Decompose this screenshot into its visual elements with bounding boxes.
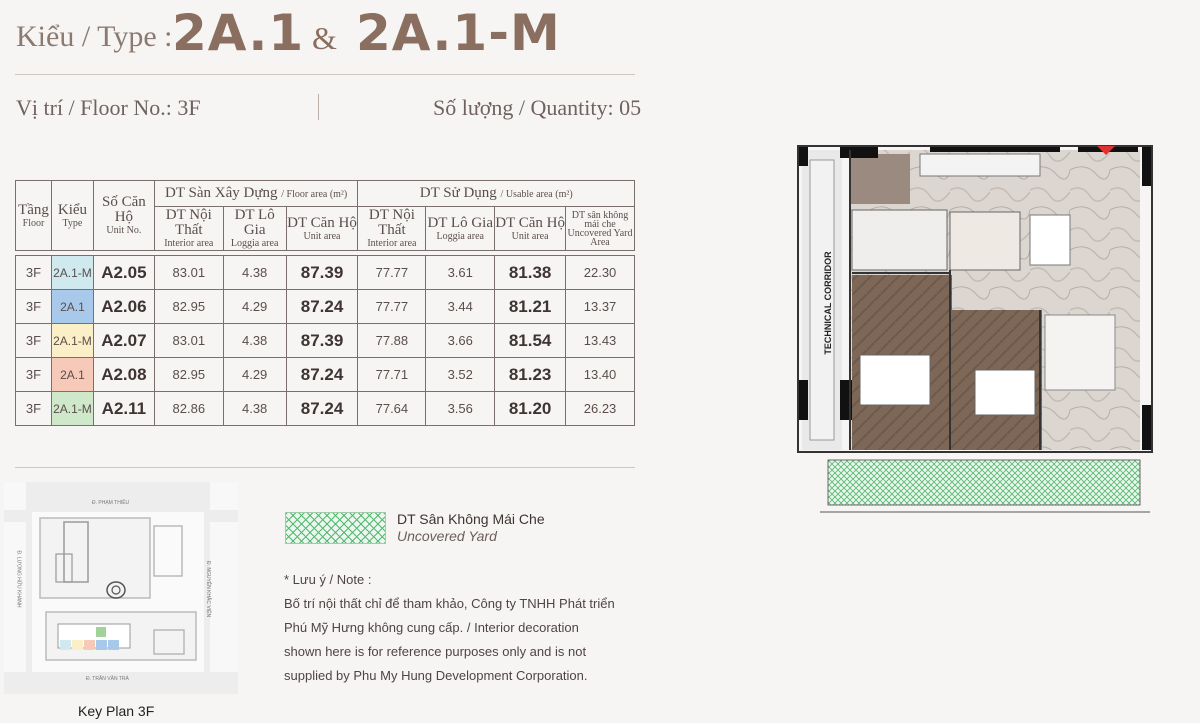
note-line-2: Phú Mỹ Hưng không cung cấp. / Interior d…: [284, 620, 579, 635]
cell-floor-unit-area: 87.24: [285, 357, 359, 392]
street-bottom: Đ. TRẦN VĂN TRÀ: [86, 676, 129, 682]
cell-floor-interior: 82.86: [153, 391, 224, 426]
header-floor: Tầng Floor: [15, 180, 52, 251]
floor-number: Vị trí / Floor No.: 3F: [16, 95, 201, 120]
cell-yard: 13.37: [565, 289, 635, 324]
cell-usable-unit-area: 81.54: [494, 323, 567, 358]
table-row: 3F 2A.1-M A2.07 83.01 4.38 87.39 77.88 3.66 81.5…: [15, 323, 635, 358]
cell-usable-unit-area: 81.21: [494, 289, 567, 324]
cell-yard: 26.23: [565, 391, 635, 426]
cell-unit-no: A2.11: [92, 391, 155, 426]
cell-floor-loggia: 4.38: [222, 391, 287, 426]
cell-floor-unit-area: 87.24: [285, 391, 359, 426]
cell-yard: 13.43: [565, 323, 635, 358]
note-line-3: shown here is for reference purposes onl…: [284, 644, 587, 659]
header-unit-area: DT Căn Hộ Unit area: [285, 206, 359, 251]
header-interior: DT Nội Thất Interior area: [153, 206, 224, 251]
cell-floor-loggia: 4.29: [222, 357, 287, 392]
cell-usable-loggia: 3.56: [425, 391, 496, 426]
type-label: Kiểu / Type :: [16, 20, 173, 53]
cell-unit-no: A2.08: [92, 357, 155, 392]
header-separator: [318, 94, 319, 120]
cell-unit-no: A2.06: [92, 289, 155, 324]
header-floor-area: DT Sàn Xây Dựng / Floor area (m²): [153, 180, 359, 207]
header-loggia: DT Lô Gia Loggia area: [222, 206, 287, 251]
cell-yard: 22.30: [565, 255, 635, 290]
cell-usable-loggia: 3.52: [425, 357, 496, 392]
cell-floor-interior: 82.95: [153, 289, 224, 324]
legend-label-en: Uncovered Yard: [397, 528, 497, 544]
note-title: * Lưu ý / Note :: [284, 572, 372, 587]
header-type: Kiểu Type: [50, 180, 94, 251]
cell-type: 2A.1: [50, 289, 94, 324]
cell-usable-interior: 77.77: [357, 255, 427, 290]
note-line-4: supplied by Phu My Hung Development Corp…: [284, 668, 588, 683]
cell-usable-unit-area: 81.23: [494, 357, 567, 392]
cell-floor-unit-area: 87.24: [285, 289, 359, 324]
table-row: 3F 2A.1 A2.08 82.95 4.29 87.24 77.71 3.52 81.23 1…: [15, 357, 635, 392]
street-left: Đ. LƯƠNG HỮU KHÁNH: [15, 550, 22, 608]
key-plan-caption: Key Plan 3F: [78, 703, 155, 719]
corridor-label: TECHNICAL CORRIDOR: [823, 251, 833, 355]
header-interior-usable: DT Nội Thất Interior area: [357, 206, 427, 251]
cell-usable-loggia: 3.44: [425, 289, 496, 324]
cell-floor-loggia: 4.38: [222, 323, 287, 358]
cell-usable-loggia: 3.61: [425, 255, 496, 290]
cell-usable-interior: 77.71: [357, 357, 427, 392]
key-plan-map: Đ. PHẠM THIỀU Đ. TRẦN VĂN TRÀ Đ. LƯƠNG H…: [4, 482, 238, 694]
table-row: 3F 2A.1 A2.06 82.95 4.29 87.24 77.77 3.44 81.21 1…: [15, 289, 635, 324]
legend-label-vi: DT Sân Không Mái Che: [397, 511, 545, 527]
header-loggia-usable: DT Lô Gia Loggia area: [425, 206, 496, 251]
type-code-a: 2A.1: [172, 4, 305, 62]
cell-type: 2A.1-M: [50, 391, 94, 426]
cell-unit-no: A2.05: [92, 255, 155, 290]
cell-floor: 3F: [15, 391, 52, 426]
cell-floor-unit-area: 87.39: [285, 323, 359, 358]
header-unit-area-usable: DT Căn Hộ Unit area: [494, 206, 567, 251]
note-line-1: Bố trí nội thất chỉ để tham khảo, Công t…: [284, 596, 615, 611]
table-row: 3F 2A.1-M A2.05 83.01 4.38 87.39 77.77 3.61 81.3…: [15, 255, 635, 290]
cell-floor-interior: 83.01: [153, 323, 224, 358]
cell-unit-no: A2.07: [92, 323, 155, 358]
table-row: 3F 2A.1-M A2.11 82.86 4.38 87.24 77.64 3.56 81.2…: [15, 391, 635, 426]
floor-plan: TECHNICAL CORRIDOR: [790, 140, 1158, 520]
note-body: Bố trí nội thất chỉ để tham khảo, Công t…: [284, 592, 630, 688]
cell-floor: 3F: [15, 323, 52, 358]
cell-type: 2A.1-M: [50, 323, 94, 358]
cell-usable-interior: 77.64: [357, 391, 427, 426]
header-yard: DT sân không mái che Uncovered Yard Area: [565, 206, 635, 251]
cell-usable-interior: 77.88: [357, 323, 427, 358]
cell-type: 2A.1: [50, 357, 94, 392]
cell-floor-interior: 83.01: [153, 255, 224, 290]
header-divider: [15, 74, 635, 75]
cell-floor-interior: 82.95: [153, 357, 224, 392]
area-table: Tầng Floor Kiểu Type Số Căn Hộ Unit No. DT …: [15, 180, 635, 426]
cell-usable-loggia: 3.66: [425, 323, 496, 358]
cell-floor: 3F: [15, 357, 52, 392]
type-code-b: 2A.1-M: [356, 4, 561, 62]
header-unit-no: Số Căn Hộ Unit No.: [92, 180, 155, 251]
cell-usable-unit-area: 81.20: [494, 391, 567, 426]
street-right: Đ. NGUYỄN KHẮC VIỆN: [205, 560, 212, 618]
header-usable-area: DT Sử Dụng / Usable area (m²): [357, 180, 635, 207]
cell-floor-loggia: 4.29: [222, 289, 287, 324]
cell-floor: 3F: [15, 289, 52, 324]
ampersand: &: [312, 20, 337, 56]
cell-yard: 13.40: [565, 357, 635, 392]
uncovered-yard-swatch: [285, 512, 386, 544]
cell-floor: 3F: [15, 255, 52, 290]
cell-floor-loggia: 4.38: [222, 255, 287, 290]
cell-usable-unit-area: 81.38: [494, 255, 567, 290]
cell-type: 2A.1-M: [50, 255, 94, 290]
cell-floor-unit-area: 87.39: [285, 255, 359, 290]
table-divider: [15, 467, 635, 468]
street-top: Đ. PHẠM THIỀU: [92, 500, 130, 506]
cell-usable-interior: 77.77: [357, 289, 427, 324]
quantity: Số lượng / Quantity: 05: [433, 95, 642, 120]
